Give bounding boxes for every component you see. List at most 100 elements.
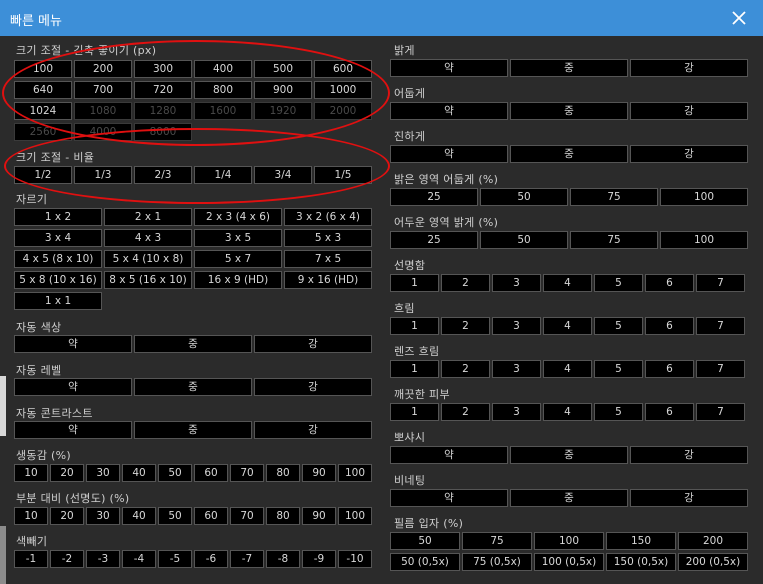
auto-level-button[interactable]: 약 xyxy=(14,378,132,396)
blur-button[interactable]: 6 xyxy=(645,317,694,335)
crop-button[interactable]: 1 x 2 xyxy=(14,208,102,226)
blur-button[interactable]: 1 xyxy=(390,317,439,335)
lens-blur-button[interactable]: 5 xyxy=(594,360,643,378)
local-contrast-button[interactable]: 10 xyxy=(14,507,48,525)
crop-button[interactable]: 16 x 9 (HD) xyxy=(194,271,282,289)
sharpen-button[interactable]: 2 xyxy=(441,274,490,292)
highlight-darken-button[interactable]: 75 xyxy=(570,188,658,206)
film-grain-button[interactable]: 100 (0,5x) xyxy=(534,553,604,571)
deeper-button[interactable]: 약 xyxy=(390,145,508,163)
blur-button[interactable]: 7 xyxy=(696,317,745,335)
vibrance-button[interactable]: 90 xyxy=(302,464,336,482)
desaturate-button[interactable]: -10 xyxy=(338,550,372,568)
darker-button[interactable]: 중 xyxy=(510,102,628,120)
resize-ratio-button[interactable]: 2/3 xyxy=(134,166,192,184)
darker-button[interactable]: 약 xyxy=(390,102,508,120)
local-contrast-button[interactable]: 60 xyxy=(194,507,228,525)
auto-color-button[interactable]: 약 xyxy=(14,335,132,353)
auto-color-button[interactable]: 중 xyxy=(134,335,252,353)
vibrance-button[interactable]: 80 xyxy=(266,464,300,482)
film-grain-button[interactable]: 50 (0,5x) xyxy=(390,553,460,571)
shadow-brighten-button[interactable]: 75 xyxy=(570,231,658,249)
desaturate-button[interactable]: -9 xyxy=(302,550,336,568)
resize-px-button[interactable]: 1024 xyxy=(14,102,72,120)
shadow-brighten-button[interactable]: 100 xyxy=(660,231,748,249)
resize-px-button[interactable]: 1280 xyxy=(134,102,192,120)
soft-focus-button[interactable]: 강 xyxy=(630,446,748,464)
sharpen-button[interactable]: 4 xyxy=(543,274,592,292)
desaturate-button[interactable]: -5 xyxy=(158,550,192,568)
local-contrast-button[interactable]: 100 xyxy=(338,507,372,525)
crop-button[interactable]: 7 x 5 xyxy=(284,250,372,268)
resize-px-button[interactable]: 100 xyxy=(14,60,72,78)
desaturate-button[interactable]: -1 xyxy=(14,550,48,568)
sharpen-button[interactable]: 3 xyxy=(492,274,541,292)
blur-button[interactable]: 4 xyxy=(543,317,592,335)
deeper-button[interactable]: 강 xyxy=(630,145,748,163)
crop-button[interactable]: 5 x 4 (10 x 8) xyxy=(104,250,192,268)
resize-px-button[interactable]: 8000 xyxy=(134,123,192,141)
auto-contrast-button[interactable]: 중 xyxy=(134,421,252,439)
resize-px-button[interactable]: 720 xyxy=(134,81,192,99)
film-grain-button[interactable]: 50 xyxy=(390,532,460,550)
local-contrast-button[interactable]: 40 xyxy=(122,507,156,525)
vibrance-button[interactable]: 70 xyxy=(230,464,264,482)
vibrance-button[interactable]: 10 xyxy=(14,464,48,482)
vibrance-button[interactable]: 20 xyxy=(50,464,84,482)
lens-blur-button[interactable]: 1 xyxy=(390,360,439,378)
desaturate-button[interactable]: -2 xyxy=(50,550,84,568)
clean-skin-button[interactable]: 7 xyxy=(696,403,745,421)
film-grain-button[interactable]: 150 xyxy=(606,532,676,550)
crop-button[interactable]: 3 x 4 xyxy=(14,229,102,247)
sharpen-button[interactable]: 1 xyxy=(390,274,439,292)
vignetting-button[interactable]: 중 xyxy=(510,489,628,507)
sharpen-button[interactable]: 7 xyxy=(696,274,745,292)
resize-px-button[interactable]: 700 xyxy=(74,81,132,99)
film-grain-button[interactable]: 75 xyxy=(462,532,532,550)
vibrance-button[interactable]: 50 xyxy=(158,464,192,482)
sharpen-button[interactable]: 5 xyxy=(594,274,643,292)
clean-skin-button[interactable]: 4 xyxy=(543,403,592,421)
desaturate-button[interactable]: -4 xyxy=(122,550,156,568)
crop-button[interactable]: 5 x 8 (10 x 16) xyxy=(14,271,102,289)
clean-skin-button[interactable]: 2 xyxy=(441,403,490,421)
resize-px-button[interactable]: 400 xyxy=(194,60,252,78)
highlight-darken-button[interactable]: 100 xyxy=(660,188,748,206)
deeper-button[interactable]: 중 xyxy=(510,145,628,163)
vibrance-button[interactable]: 40 xyxy=(122,464,156,482)
auto-color-button[interactable]: 강 xyxy=(254,335,372,353)
resize-ratio-button[interactable]: 1/4 xyxy=(194,166,252,184)
crop-button[interactable]: 5 x 3 xyxy=(284,229,372,247)
resize-px-button[interactable]: 1000 xyxy=(314,81,372,99)
auto-contrast-button[interactable]: 강 xyxy=(254,421,372,439)
vibrance-button[interactable]: 100 xyxy=(338,464,372,482)
resize-px-button[interactable]: 1600 xyxy=(194,102,252,120)
highlight-darken-button[interactable]: 25 xyxy=(390,188,478,206)
brighter-button[interactable]: 중 xyxy=(510,59,628,77)
resize-px-button[interactable]: 200 xyxy=(74,60,132,78)
resize-px-button[interactable]: 640 xyxy=(14,81,72,99)
local-contrast-button[interactable]: 50 xyxy=(158,507,192,525)
local-contrast-button[interactable]: 80 xyxy=(266,507,300,525)
auto-level-button[interactable]: 중 xyxy=(134,378,252,396)
soft-focus-button[interactable]: 약 xyxy=(390,446,508,464)
local-contrast-button[interactable]: 90 xyxy=(302,507,336,525)
blur-button[interactable]: 2 xyxy=(441,317,490,335)
desaturate-button[interactable]: -6 xyxy=(194,550,228,568)
film-grain-button[interactable]: 150 (0,5x) xyxy=(606,553,676,571)
local-contrast-button[interactable]: 20 xyxy=(50,507,84,525)
vignetting-button[interactable]: 강 xyxy=(630,489,748,507)
lens-blur-button[interactable]: 3 xyxy=(492,360,541,378)
shadow-brighten-button[interactable]: 25 xyxy=(390,231,478,249)
crop-button[interactable]: 8 x 5 (16 x 10) xyxy=(104,271,192,289)
local-contrast-button[interactable]: 70 xyxy=(230,507,264,525)
sharpen-button[interactable]: 6 xyxy=(645,274,694,292)
film-grain-button[interactable]: 100 xyxy=(534,532,604,550)
desaturate-button[interactable]: -8 xyxy=(266,550,300,568)
auto-contrast-button[interactable]: 약 xyxy=(14,421,132,439)
darker-button[interactable]: 강 xyxy=(630,102,748,120)
auto-level-button[interactable]: 강 xyxy=(254,378,372,396)
crop-button[interactable]: 3 x 2 (6 x 4) xyxy=(284,208,372,226)
resize-px-button[interactable]: 900 xyxy=(254,81,312,99)
desaturate-button[interactable]: -7 xyxy=(230,550,264,568)
